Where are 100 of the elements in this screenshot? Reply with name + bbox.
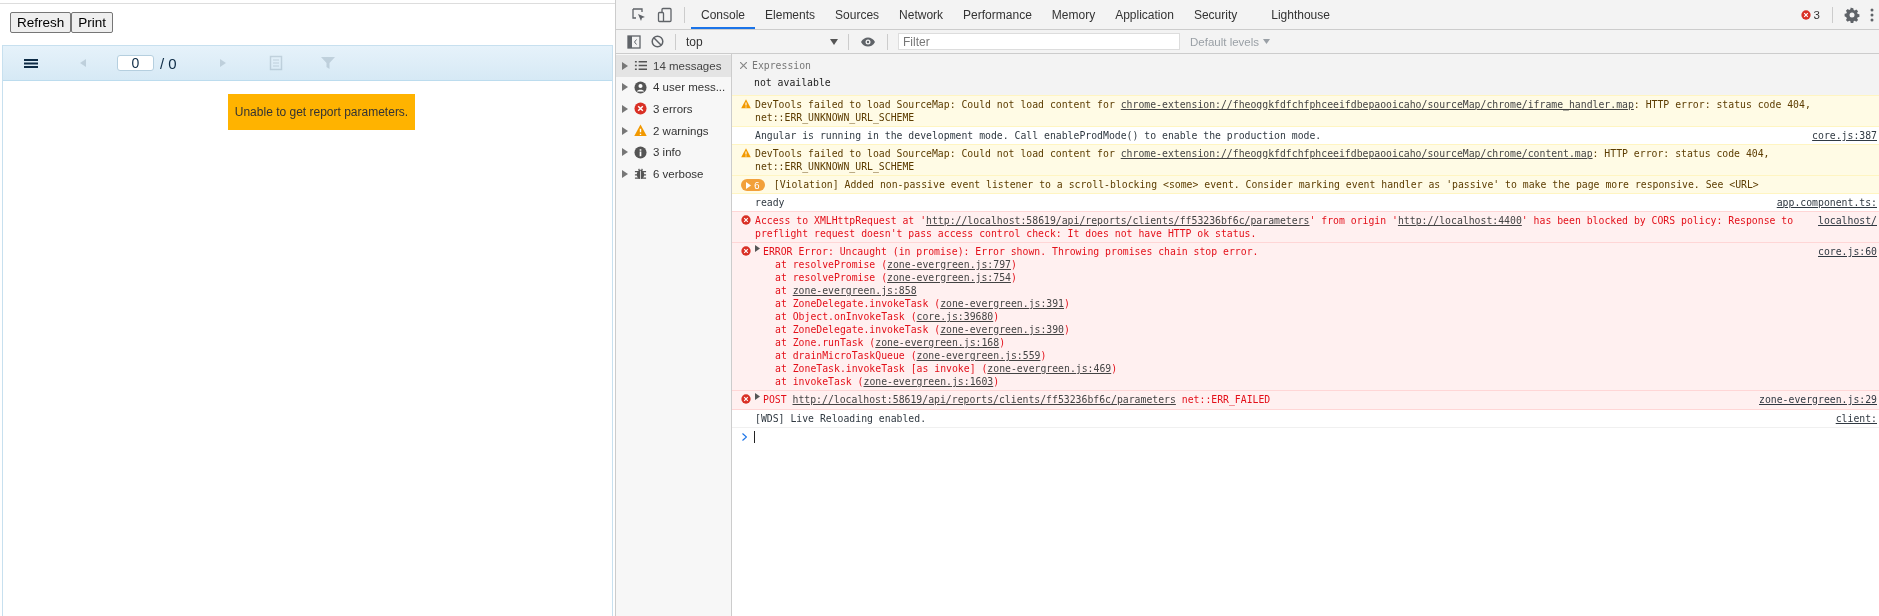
sidebar-item[interactable]: 2 warnings xyxy=(616,119,731,142)
message-link[interactable]: zone-evergreen.js:168 xyxy=(875,337,1000,348)
more-options-icon[interactable] xyxy=(1870,7,1874,22)
expand-arrow-icon[interactable] xyxy=(622,169,628,178)
message-link[interactable]: zone-evergreen.js:391 xyxy=(940,298,1065,309)
error-icon xyxy=(741,215,751,225)
sidebar-label: 14 messages xyxy=(653,59,722,72)
context-label: top xyxy=(686,34,703,49)
inspect-icon[interactable] xyxy=(631,6,647,23)
info-icon xyxy=(634,145,647,159)
prompt-chevron-icon xyxy=(742,433,747,441)
warning-icon xyxy=(634,124,647,138)
stack-trace-line: at ZoneDelegate.invokeTask (zone-evergreen.js:390) xyxy=(775,323,1071,336)
devtools-tab[interactable]: Network xyxy=(889,0,954,29)
message-link[interactable]: zone-evergreen.js:469 xyxy=(987,363,1112,374)
source-link[interactable]: client: xyxy=(1835,412,1877,425)
source-link[interactable]: localhost/ xyxy=(1818,214,1877,227)
error-counter[interactable]: 3 xyxy=(1800,8,1820,21)
devtools-tab[interactable]: Sources xyxy=(825,0,890,29)
page-number-field[interactable]: 0 xyxy=(117,55,154,71)
sidebar-item[interactable]: 3 errors xyxy=(616,98,731,120)
dropdown-arrow-icon xyxy=(830,38,838,45)
warning-icon xyxy=(741,99,751,109)
error-icon xyxy=(1800,9,1811,20)
sidebar-toggle-icon[interactable] xyxy=(627,34,641,49)
caret-icon[interactable] xyxy=(755,245,760,252)
action-button[interactable]: Refresh xyxy=(10,12,72,33)
action-button[interactable]: Print xyxy=(71,12,114,33)
message-link[interactable]: zone-evergreen.js:1603 xyxy=(863,376,994,387)
expression-label: Expression xyxy=(752,59,811,73)
sidebar-label: 4 user mess... xyxy=(653,81,726,94)
stack-trace-line: at resolvePromise (zone-evergreen.js:797) xyxy=(775,258,1018,271)
stack-trace-line: at ZoneDelegate.invokeTask (zone-evergreen.js:391) xyxy=(775,297,1071,310)
message-text: Angular is running in the development mode. Call enableProdMode() to enable the production mode. xyxy=(755,129,1322,142)
devtools-tab[interactable]: Application xyxy=(1105,0,1184,29)
settings-icon[interactable] xyxy=(1844,6,1860,23)
stack-trace-line: at zone-evergreen.js:858 xyxy=(775,284,918,297)
context-dropdown[interactable]: top xyxy=(682,32,842,51)
message-text: [WDS] Live Reloading enabled. xyxy=(755,412,927,425)
message-text: [Violation] Added non-passive event listener to a scroll-blocking <some> event. Consider marking event handler as 'passive' to make the page more responsive. See <URL> xyxy=(773,178,1759,191)
message-link[interactable]: zone-evergreen.js:754 xyxy=(887,272,1011,283)
message-link[interactable]: core.js:39680 xyxy=(916,311,994,322)
sidebar-item[interactable]: 14 messages xyxy=(616,55,731,77)
stack-trace-line: at Object.onInvokeTask (core.js:39680) xyxy=(775,310,1001,323)
error-icon xyxy=(741,394,751,404)
sidebar-label: 2 warnings xyxy=(653,124,709,137)
message-link[interactable]: http://localhost:58619/api/reports/clients/ff53236bf6c/parameters xyxy=(792,394,1176,405)
expand-arrow-icon[interactable] xyxy=(622,126,628,135)
sidebar-item[interactable]: 4 user mess... xyxy=(616,76,731,99)
sidebar-item[interactable]: 6 verbose xyxy=(616,162,731,185)
source-link[interactable]: core.js:60 xyxy=(1818,245,1877,258)
error-icon xyxy=(634,102,647,116)
message-text: ready xyxy=(755,196,785,209)
expand-arrow-icon[interactable] xyxy=(622,105,628,113)
message-link[interactable]: zone-evergreen.js:858 xyxy=(792,285,917,296)
expression-value: not available xyxy=(753,76,832,90)
message-text: DevTools failed to load SourceMap: Could not load content for chrome-extension://fheoggkfdfchfphceeifdbepaooicaho/sourceMap/chrome/iframe_handler.map: HTTP error: status code 404, xyxy=(755,98,1811,111)
source-link[interactable]: app.component.ts: xyxy=(1776,196,1877,209)
devtools-tab[interactable]: Security xyxy=(1183,0,1248,29)
message-link[interactable]: zone-evergreen.js:390 xyxy=(940,324,1065,335)
message-text: Access to XMLHttpRequest at 'http://localhost:58619/api/reports/clients/ff53236bf6c/parameters' from origin 'http://localhost:4400' has been blocked by CORS policy: Response to xyxy=(755,214,1794,227)
devtools-tab[interactable]: Lighthouse xyxy=(1261,0,1340,29)
warning-icon xyxy=(741,148,751,158)
error-icon xyxy=(741,246,751,256)
stack-trace-line: at ZoneTask.invokeTask [as invoke] (zone-evergreen.js:469) xyxy=(775,362,1119,375)
message-link[interactable]: http://localhost:58619/api/reports/clients/ff53236bf6c/parameters xyxy=(926,215,1310,226)
clear-console-icon[interactable] xyxy=(651,35,664,48)
message-link[interactable]: chrome-extension://fheoggkfdfchfphceeifdbepaooicaho/sourceMap/chrome/iframe_handler.map xyxy=(1120,99,1634,110)
filter-field[interactable]: Filter xyxy=(898,33,1180,50)
message-link[interactable]: http://localhost:4400 xyxy=(1397,215,1522,226)
sidebar-label: 3 errors xyxy=(653,103,693,115)
message-text: POST http://localhost:58619/api/reports/clients/ff53236bf6c/parameters net::ERR_FAILED xyxy=(763,393,1271,406)
sidebar-label: 6 verbose xyxy=(653,167,704,180)
devtools-tab[interactable]: Elements xyxy=(755,0,826,29)
devtools-tab[interactable]: Memory xyxy=(1041,0,1106,29)
stack-trace-line: at invokeTask (zone-evergreen.js:1603) xyxy=(775,375,1001,388)
message-link[interactable]: zone-evergreen.js:559 xyxy=(916,350,1041,361)
expand-arrow-icon[interactable] xyxy=(622,61,628,70)
eye-icon[interactable] xyxy=(860,35,876,48)
device-icon[interactable] xyxy=(657,6,673,23)
message-link[interactable]: zone-evergreen.js:797 xyxy=(887,259,1011,270)
close-icon[interactable] xyxy=(740,62,747,69)
menu-icon[interactable] xyxy=(23,57,39,69)
message-text: preflight request doesn't pass access control check: It does not have HTTP ok status. xyxy=(755,227,1257,240)
list-icon xyxy=(634,59,647,73)
expand-arrow-icon[interactable] xyxy=(622,148,628,157)
message-text: net::ERR_UNKNOWN_URL_SCHEME xyxy=(755,111,915,124)
sidebar-label: 3 info xyxy=(653,146,682,159)
sidebar-item[interactable]: 3 info xyxy=(616,141,731,163)
message-link[interactable]: chrome-extension://fheoggkfdfchfphceeifdbepaooicaho/sourceMap/chrome/content.map xyxy=(1120,148,1593,159)
text-cursor xyxy=(754,431,755,443)
caret-icon[interactable] xyxy=(755,393,760,400)
page-total: / 0 xyxy=(160,54,177,72)
source-link[interactable]: zone-evergreen.js:29 xyxy=(1759,393,1877,406)
stack-trace-line: at drainMicroTaskQueue (zone-evergreen.js:559) xyxy=(775,349,1048,362)
devtools-tab[interactable]: Performance xyxy=(953,0,1042,29)
expand-arrow-icon[interactable] xyxy=(622,83,628,92)
bug-icon xyxy=(634,167,647,181)
message-text: DevTools failed to load SourceMap: Could not load content for chrome-extension://fheoggkfdfchfphceeifdbepaooicaho/sourceMap/chrome/content.map: HTTP error: status code 404, xyxy=(755,147,1770,160)
source-link[interactable]: core.js:387 xyxy=(1812,129,1877,142)
